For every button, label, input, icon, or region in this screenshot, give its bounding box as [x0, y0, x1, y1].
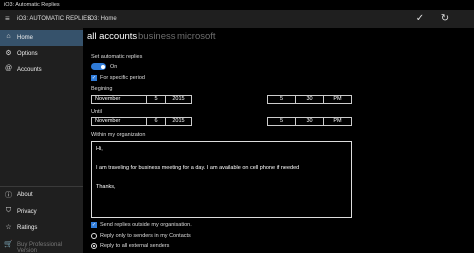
sidebar-item-label: About [17, 191, 33, 198]
reply-all-label: Reply to all external senders [100, 243, 170, 249]
sidebar-item-label: Buy Professional Version [17, 241, 63, 253]
beginning-label: Begining [91, 86, 113, 92]
until-month-select[interactable]: November [91, 117, 147, 126]
specific-period-label: For specific period [100, 75, 145, 81]
internal-reply-message[interactable]: Hi, I am traveling for business meeting … [91, 141, 352, 218]
send-outside-label: Send replies outside my organisation. [100, 222, 192, 228]
info-icon: ⓘ [5, 192, 12, 199]
until-label: Until [91, 109, 103, 115]
window-title-bar: iO3: Automatic Replies [0, 0, 474, 10]
sidebar-item-privacy[interactable]: ⛉ Privacy [0, 204, 83, 220]
tab-microsoft[interactable]: microsoft [177, 31, 216, 42]
message-line: I am traveling for business meeting for … [96, 165, 300, 171]
send-outside-checkbox[interactable]: ✓ [91, 222, 97, 228]
sidebar-item-home[interactable]: ⌂ Home [0, 30, 83, 46]
until-hour-select[interactable]: 5 [267, 117, 296, 126]
auto-reply-toggle[interactable] [91, 63, 106, 70]
auto-reply-label: Set automatic replies [91, 54, 143, 60]
message-line: Hi, [96, 146, 103, 152]
cart-icon: 🛒 [4, 241, 13, 248]
specific-period-checkbox[interactable]: ✓ [91, 75, 97, 81]
sidebar-item-label: Privacy [17, 208, 37, 215]
checkmark-icon[interactable]: ✓ [413, 12, 427, 26]
toggle-state-label: On [110, 64, 118, 70]
sidebar-item-label: Options [17, 50, 38, 57]
sidebar-item-options[interactable]: ⚙ Options [0, 46, 83, 62]
sidebar-item-label: Ratings [17, 224, 38, 231]
tab-all-accounts[interactable]: all accounts [87, 31, 137, 42]
sidebar-item-accounts[interactable]: @ Accounts [0, 62, 83, 78]
sidebar-item-ratings[interactable]: ☆ Ratings [0, 220, 83, 236]
sidebar: ⌂ Home ⚙ Options @ Accounts ⓘ About ⛉ Pr… [0, 28, 83, 253]
reply-contacts-radio[interactable] [91, 233, 97, 239]
beginning-month-select[interactable]: November [91, 95, 147, 104]
beginning-year-select[interactable]: 2015 [165, 95, 192, 104]
within-org-label: Within my organizaton [91, 132, 146, 138]
refresh-icon[interactable]: ↻ [438, 12, 452, 26]
page-title: iO3: Home [88, 16, 117, 22]
until-day-select[interactable]: 6 [146, 117, 166, 126]
at-sign-icon: @ [4, 65, 13, 72]
until-minute-select[interactable]: 30 [295, 117, 324, 126]
app-title: iO3: AUTOMATIC REPLIES [17, 16, 92, 22]
message-line: Thanks, [96, 184, 116, 190]
window-title: iO3: Automatic Replies [4, 2, 60, 8]
shield-icon: ⛉ [5, 207, 12, 214]
gear-icon: ⚙ [5, 50, 12, 57]
sidebar-item-label: Home [17, 34, 34, 41]
main-content: all accounts business microsoft Set auto… [83, 28, 474, 253]
beginning-hour-select[interactable]: 5 [267, 95, 296, 104]
star-icon: ☆ [5, 224, 12, 231]
tab-business[interactable]: business [138, 31, 176, 42]
reply-contacts-label: Reply only to senders in my Contacts [100, 233, 191, 239]
sidebar-item-about[interactable]: ⓘ About [0, 187, 83, 203]
sidebar-item-buy-professional[interactable]: 🛒 Buy Professional Version [0, 237, 83, 253]
sidebar-item-label: Accounts [17, 66, 42, 73]
beginning-ampm-select[interactable]: PM [323, 95, 352, 104]
home-icon: ⌂ [6, 33, 11, 40]
hamburger-icon[interactable]: ≡ [5, 14, 10, 23]
reply-all-radio[interactable] [91, 243, 97, 249]
until-year-select[interactable]: 2015 [165, 117, 192, 126]
beginning-minute-select[interactable]: 30 [295, 95, 324, 104]
until-ampm-select[interactable]: PM [323, 117, 352, 126]
beginning-day-select[interactable]: 5 [146, 95, 166, 104]
app-header: ≡ iO3: AUTOMATIC REPLIES iO3: Home ✓ ↻ [0, 10, 474, 28]
